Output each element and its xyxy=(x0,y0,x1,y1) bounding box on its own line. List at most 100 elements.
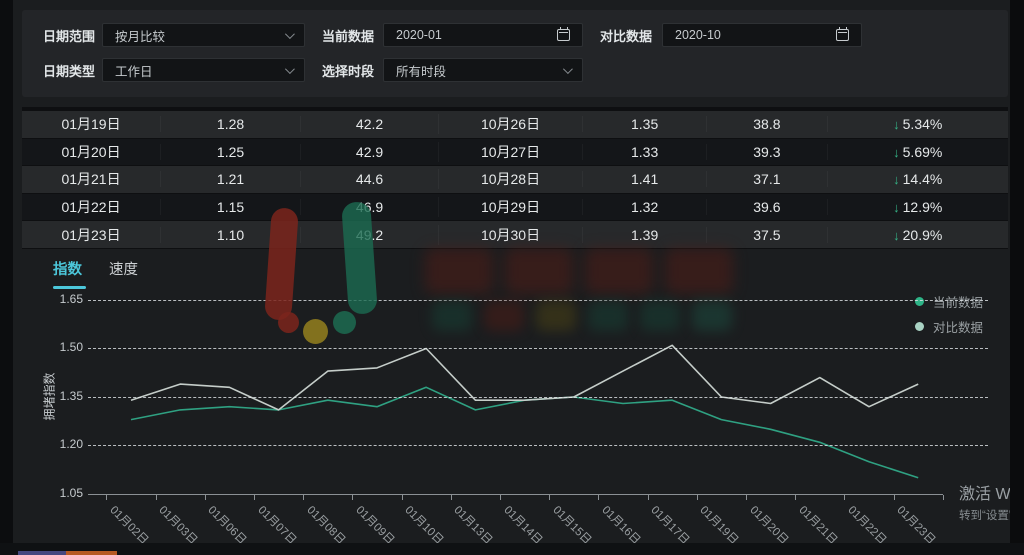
legend-item[interactable]: 对比数据 xyxy=(915,314,983,339)
table-cell: 01月21日 xyxy=(22,169,160,189)
tab-index[interactable]: 指数 xyxy=(53,258,86,289)
trend-down-icon: ↓ xyxy=(893,145,900,160)
windows-activation-notice: 激活 Wi 转到“设置” xyxy=(959,480,1010,523)
table-cell: 42.2 xyxy=(300,116,438,132)
time-period-select[interactable]: 所有时段 xyxy=(383,58,583,82)
x-axis-tick xyxy=(549,495,550,500)
table-cell: 1.41 xyxy=(582,171,706,187)
table-row[interactable]: 01月22日1.1546.910月29日1.3239.6↓12.9% xyxy=(22,194,1008,222)
watermark-text-smudge xyxy=(665,248,733,294)
table-cell: 10月27日 xyxy=(438,142,582,162)
x-axis-tick xyxy=(205,495,206,500)
x-axis-tick xyxy=(648,495,649,500)
x-axis-tick xyxy=(894,495,895,500)
series-line-对比数据 xyxy=(131,345,918,410)
chart-tabs: 指数 速度 xyxy=(53,258,138,289)
filter-panel: 日期范围 按月比较 当前数据 2020-01 对比数据 2020-10 日期类型 xyxy=(22,10,1008,97)
series-line-当前数据 xyxy=(131,387,918,478)
table-cell-trend: ↓5.69% xyxy=(827,144,1008,160)
table-row[interactable]: 01月19日1.2842.210月26日1.3538.8↓5.34% xyxy=(22,111,1008,139)
table-cell: 1.32 xyxy=(582,199,706,215)
table-cell: 37.5 xyxy=(706,227,826,243)
date-type-select[interactable]: 工作日 xyxy=(102,58,305,82)
watermark-text-smudge xyxy=(425,248,493,294)
y-axis-tick-label: 1.05 xyxy=(45,486,83,500)
x-axis-label: 01月02日 xyxy=(107,502,153,543)
x-axis-label: 01月23日 xyxy=(894,502,940,543)
table-cell: 46.9 xyxy=(300,199,438,215)
chevron-down-icon xyxy=(285,64,295,74)
watermark-text-smudge xyxy=(484,301,524,331)
watermark-logo-green-dot xyxy=(333,311,356,334)
dashboard-screen: 日期范围 按月比较 当前数据 2020-01 对比数据 2020-10 日期类型 xyxy=(0,0,1024,555)
taskbar-item-blue[interactable] xyxy=(18,551,66,555)
legend-dot-icon xyxy=(915,322,924,331)
taskbar-edge xyxy=(0,543,1024,555)
table-cell-trend: ↓20.9% xyxy=(827,227,1008,243)
legend-item[interactable]: 当前数据 xyxy=(915,289,983,314)
table-cell: 37.1 xyxy=(706,171,826,187)
compare-data-datepicker[interactable]: 2020-10 xyxy=(662,23,862,47)
chevron-down-icon xyxy=(285,29,295,39)
table-cell: 39.3 xyxy=(706,144,826,160)
tab-speed[interactable]: 速度 xyxy=(109,258,138,289)
x-axis-tick xyxy=(943,495,944,500)
x-axis-tick xyxy=(844,495,845,500)
table-cell: 1.25 xyxy=(160,144,300,160)
filter-row-1: 日期范围 按月比较 当前数据 2020-01 对比数据 2020-10 xyxy=(43,23,1008,47)
table-cell: 49.2 xyxy=(300,227,438,243)
table-cell: 10月29日 xyxy=(438,197,582,217)
legend-dot-icon xyxy=(915,297,924,306)
table-cell: 01月19日 xyxy=(22,114,160,134)
chevron-down-icon xyxy=(563,64,573,74)
x-axis-label: 01月19日 xyxy=(697,502,743,543)
trend-down-icon: ↓ xyxy=(893,200,900,215)
x-axis-tick xyxy=(500,495,501,500)
watermark-text-smudge xyxy=(505,248,573,294)
date-range-select[interactable]: 按月比较 xyxy=(102,23,305,47)
calendar-icon xyxy=(557,29,570,41)
trend-down-icon: ↓ xyxy=(893,228,900,243)
table-row[interactable]: 01月20日1.2542.910月27日1.3339.3↓5.69% xyxy=(22,139,1008,167)
table-cell: 1.15 xyxy=(160,199,300,215)
watermark-logo-red-dot xyxy=(278,312,299,333)
current-data-value: 2020-01 xyxy=(396,28,442,42)
grid-line xyxy=(88,397,988,398)
x-axis-tick xyxy=(106,495,107,500)
trend-down-icon: ↓ xyxy=(893,117,900,132)
x-axis-label: 01月15日 xyxy=(549,502,595,543)
grid-line xyxy=(88,348,988,349)
watermark-text-smudge xyxy=(692,301,732,331)
table-row[interactable]: 01月21日1.2144.610月28日1.4137.1↓14.4% xyxy=(22,166,1008,194)
table-cell-trend: ↓12.9% xyxy=(827,199,1008,215)
y-axis-tick-label: 1.50 xyxy=(45,340,83,354)
taskbar-item-orange[interactable] xyxy=(66,551,117,555)
table-cell: 01月20日 xyxy=(22,142,160,162)
table-cell: 1.33 xyxy=(582,144,706,160)
x-axis-tick xyxy=(303,495,304,500)
time-period-label: 选择时段 xyxy=(322,61,383,80)
filter-row-2: 日期类型 工作日 选择时段 所有时段 xyxy=(43,58,1008,82)
chart-legend: 当前数据对比数据 xyxy=(915,289,983,339)
date-type-value: 工作日 xyxy=(115,61,153,80)
date-range-value: 按月比较 xyxy=(115,26,165,45)
x-axis-tick xyxy=(156,495,157,500)
current-data-datepicker[interactable]: 2020-01 xyxy=(383,23,583,47)
x-axis-label: 01月22日 xyxy=(845,502,891,543)
comparison-table: 01月19日1.2842.210月26日1.3538.8↓5.34% 01月20日… xyxy=(22,107,1008,249)
grid-line xyxy=(88,445,988,446)
x-axis-label: 01月07日 xyxy=(254,502,300,543)
table-row[interactable]: 01月23日1.1049.210月30日1.3937.5↓20.9% xyxy=(22,221,1008,249)
activation-line2: 转到“设置” xyxy=(959,507,1010,523)
time-period-value: 所有时段 xyxy=(396,61,446,80)
window-right-edge xyxy=(1010,0,1024,555)
x-axis-tick xyxy=(598,495,599,500)
x-axis-label: 01月13日 xyxy=(451,502,497,543)
watermark-text-smudge xyxy=(432,301,472,331)
y-axis-tick-label: 1.65 xyxy=(45,292,83,306)
table-cell: 1.21 xyxy=(160,171,300,187)
table-cell: 01月23日 xyxy=(22,225,160,245)
x-axis-tick xyxy=(352,495,353,500)
tab-index-label: 指数 xyxy=(53,258,86,286)
legend-label: 当前数据 xyxy=(933,292,983,311)
